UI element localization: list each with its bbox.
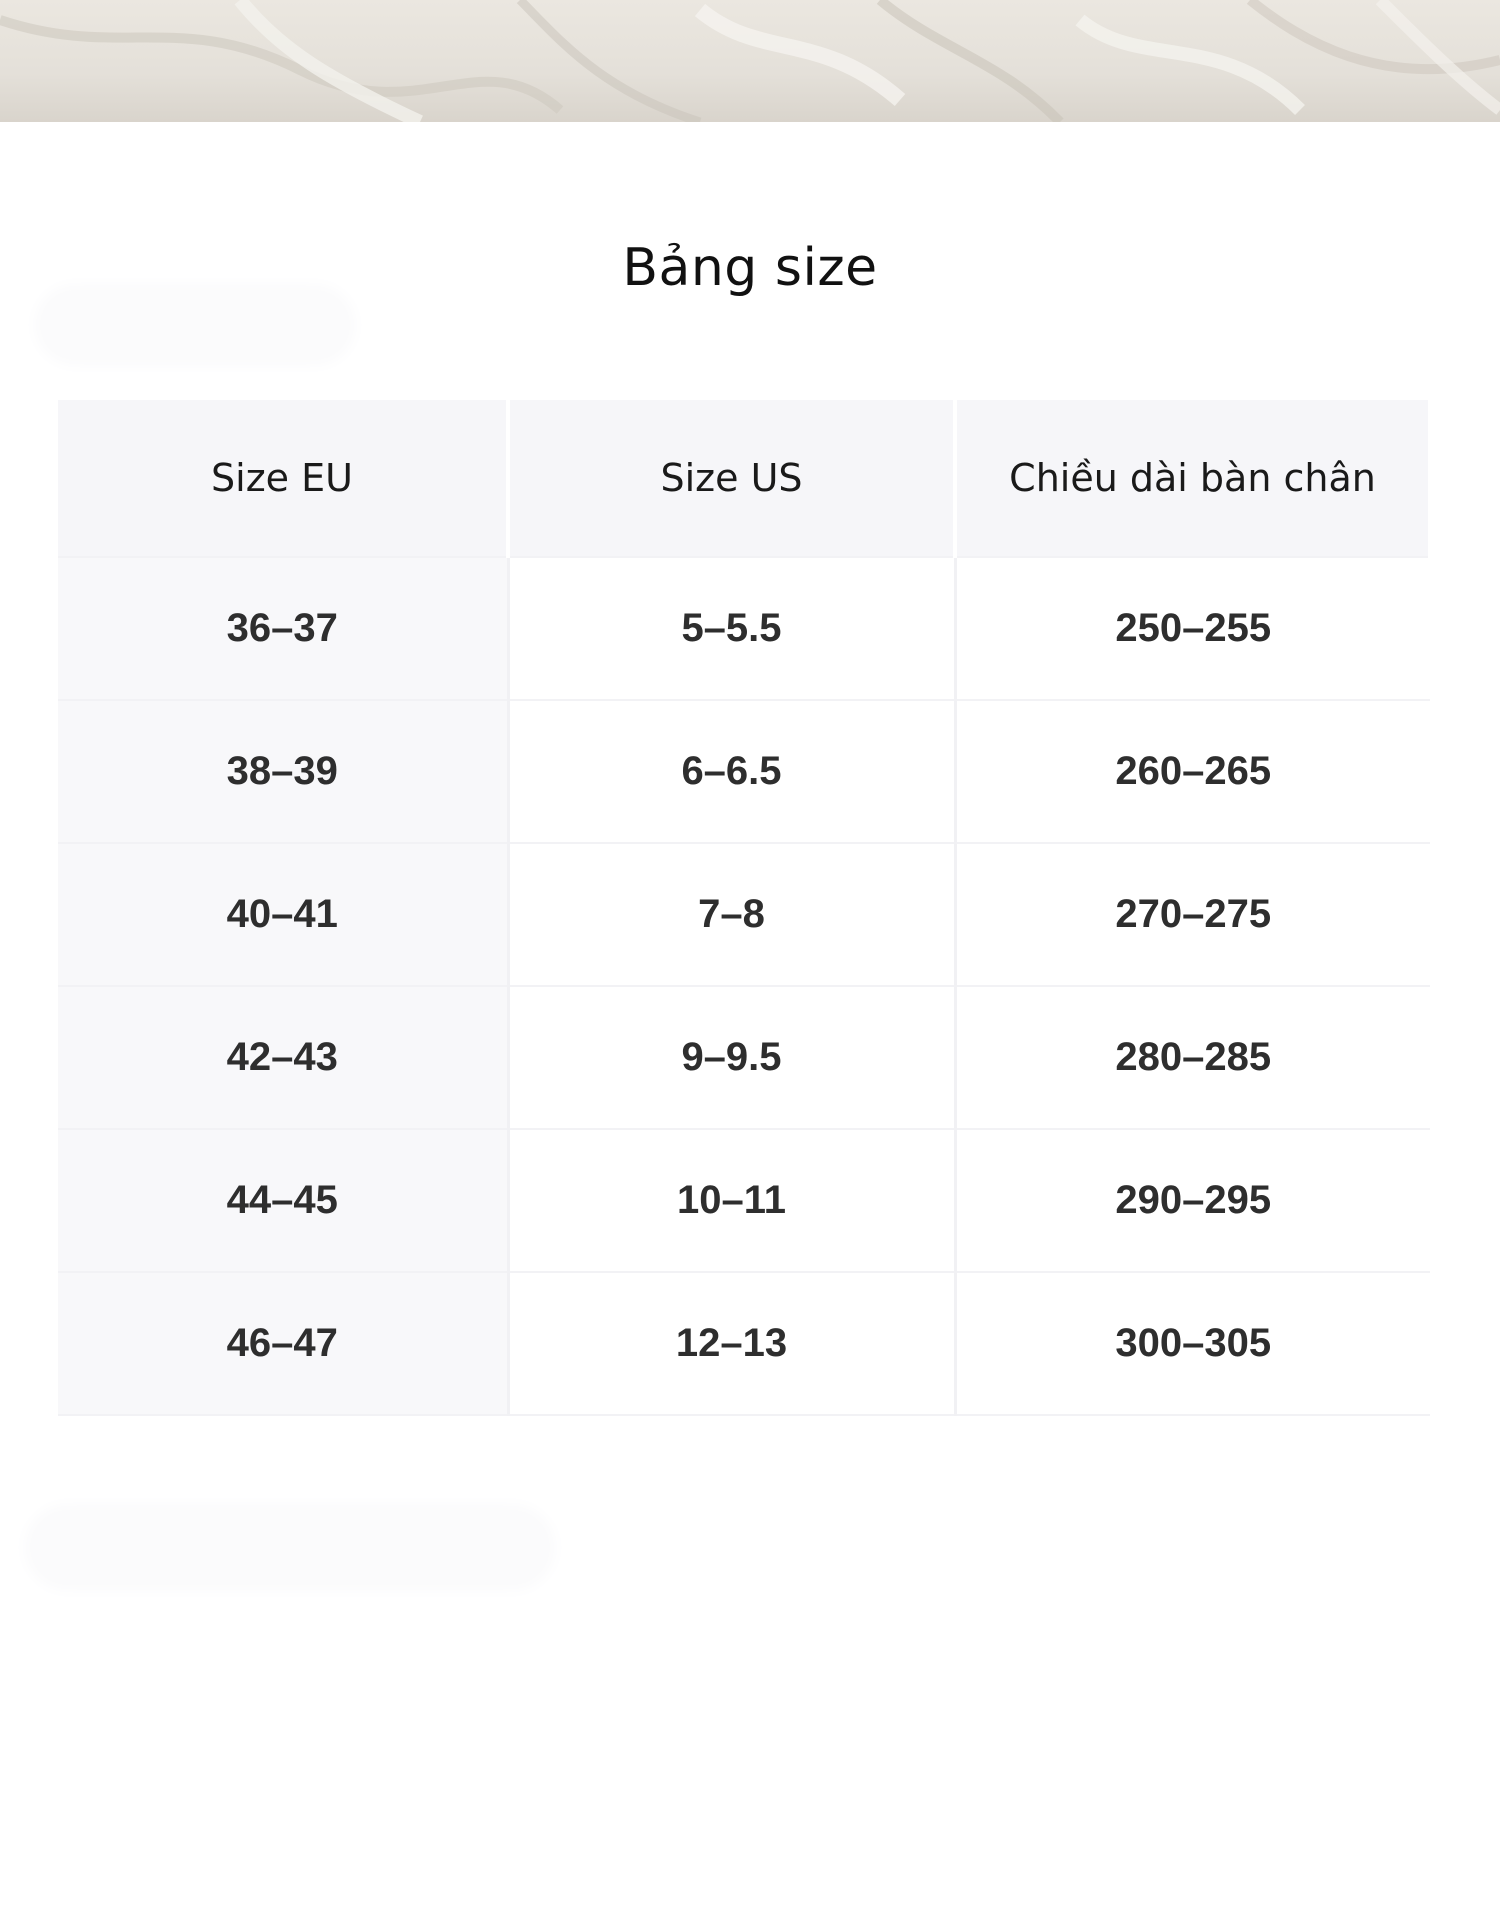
table-row: 42–43 9–9.5 280–285 [58,985,1430,1129]
table-row: 44–45 10–11 290–295 [58,1128,1430,1272]
size-chart-table: Size EU Size US Chiều dài bàn chân 36–37… [58,400,1432,1416]
cell-size-us: 7–8 [508,842,957,986]
table-row: 38–39 6–6.5 260–265 [58,699,1430,843]
cell-size-eu: 44–45 [58,1128,510,1272]
cell-foot-length: 300–305 [955,1271,1430,1416]
cell-size-us: 10–11 [508,1128,957,1272]
table-row: 40–41 7–8 270–275 [58,842,1430,986]
cell-size-us: 9–9.5 [508,985,957,1129]
cell-size-eu: 36–37 [58,556,510,700]
table-header-row: Size EU Size US Chiều dài bàn chân [58,400,1432,557]
fabric-texture [0,0,1500,122]
cell-size-us: 5–5.5 [508,556,957,700]
cell-size-us: 12–13 [508,1271,957,1416]
fabric-banner-image [0,0,1500,122]
header-foot-length: Chiều dài bàn chân [955,400,1432,557]
table-row: 36–37 5–5.5 250–255 [58,556,1430,700]
cell-foot-length: 270–275 [955,842,1430,986]
faded-label-placeholder [30,1510,550,1585]
table-row: 46–47 12–13 300–305 [58,1271,1430,1416]
cell-foot-length: 250–255 [955,556,1430,700]
cell-foot-length: 260–265 [955,699,1430,843]
cell-size-us: 6–6.5 [508,699,957,843]
cell-foot-length: 290–295 [955,1128,1430,1272]
cell-size-eu: 38–39 [58,699,510,843]
page-title: Bảng size [622,238,878,298]
cell-size-eu: 42–43 [58,985,510,1129]
faded-label-placeholder [40,290,350,360]
header-size-us: Size US [508,400,957,557]
header-size-eu: Size EU [58,400,510,557]
cell-size-eu: 46–47 [58,1271,510,1416]
cell-foot-length: 280–285 [955,985,1430,1129]
cell-size-eu: 40–41 [58,842,510,986]
